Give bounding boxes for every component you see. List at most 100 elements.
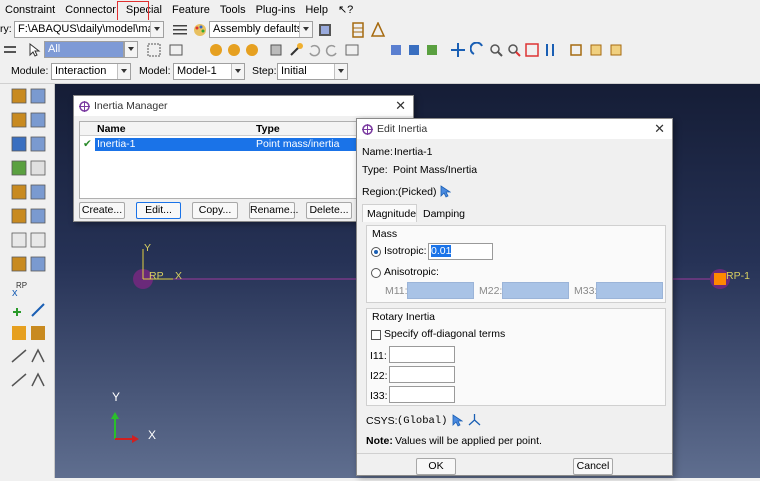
selection-filter-combo[interactable]: All (44, 41, 124, 58)
svg-text:x: x (12, 287, 18, 299)
magnify-icon[interactable] (488, 42, 504, 58)
i33-input[interactable] (389, 386, 455, 403)
sphere-icon[interactable] (226, 42, 242, 58)
box-icon[interactable] (268, 42, 284, 58)
undo-icon[interactable] (306, 42, 322, 58)
name-value: Inertia-1 (394, 146, 433, 158)
menu-constraint[interactable]: Constraint (0, 0, 60, 20)
edit-inertia-title: Edit Inertia (377, 123, 428, 135)
isotropic-radio[interactable] (371, 247, 381, 257)
chevron-down-icon[interactable] (125, 42, 137, 57)
model-combo[interactable]: Model-1 (173, 63, 245, 80)
menu-help[interactable]: Help (300, 0, 333, 20)
menu-feature[interactable]: Feature (167, 0, 215, 20)
i11-input[interactable] (389, 346, 455, 363)
iso-view-icon[interactable] (568, 42, 584, 58)
ok-button[interactable]: OK (416, 458, 456, 475)
zoom-box-icon[interactable] (344, 42, 360, 58)
work-directory-value: F:\ABAQUS\daily\model\mass_t (18, 23, 164, 35)
select-rect-icon[interactable] (168, 42, 184, 58)
isotropic-mass-input[interactable]: 0.01 (428, 243, 493, 260)
delete-button[interactable]: Delete... (306, 202, 352, 219)
csys-triad-icon[interactable] (468, 413, 481, 426)
m33-input[interactable] (596, 282, 663, 299)
cube-green-icon[interactable] (424, 42, 440, 58)
rp-marker-right (714, 273, 726, 285)
anisotropic-radio[interactable] (371, 268, 381, 278)
m11-input[interactable] (407, 282, 474, 299)
menu-tools[interactable]: Tools (215, 0, 251, 20)
close-icon[interactable]: ✕ (654, 119, 665, 139)
edit-button[interactable]: Edit... (136, 202, 181, 219)
m22-input[interactable] (502, 282, 569, 299)
inertia-manager-titlebar[interactable]: Inertia Manager ✕ (74, 96, 413, 116)
render-style-value: Assembly defaults (213, 23, 303, 35)
select-box-icon[interactable] (146, 42, 162, 58)
select-arrow-icon[interactable] (440, 185, 451, 198)
model-value: Model-1 (177, 65, 217, 77)
offdiag-checkbox[interactable] (371, 330, 381, 340)
sphere-icon[interactable] (208, 42, 224, 58)
color-code-icon[interactable] (317, 22, 333, 38)
selection-filter-dropdown[interactable] (124, 41, 138, 58)
inertia-manager-title: Inertia Manager (94, 100, 168, 112)
path-label: ry: (0, 23, 12, 35)
edit-inertia-dialog: Edit Inertia ✕ Name: Inertia-1 Type: Poi… (356, 118, 673, 476)
zoom-icon[interactable] (506, 42, 522, 58)
palette-icon[interactable] (192, 22, 208, 38)
cube-icon[interactable] (388, 42, 404, 58)
module-toolbox: RP x (0, 84, 55, 478)
sphere-icon[interactable] (244, 42, 260, 58)
front-view-icon[interactable] (588, 42, 604, 58)
rename-button[interactable]: Rename... (249, 202, 298, 219)
select-arrow-icon[interactable] (452, 414, 463, 427)
chevron-down-icon[interactable] (150, 22, 163, 37)
column-header-name: Name (97, 123, 126, 135)
list-icon[interactable] (172, 22, 188, 38)
cube-icon[interactable] (406, 42, 422, 58)
step-label: Step: (252, 65, 277, 77)
anisotropic-label: Anisotropic: (384, 266, 439, 278)
render-style-combo[interactable]: Assembly defaults (209, 21, 313, 38)
pin-icon[interactable] (288, 42, 304, 58)
row-check-icon: ✔ (83, 138, 92, 150)
note-text: Values will be applied per point. (395, 435, 542, 447)
tab-damping[interactable]: Damping (417, 206, 467, 222)
close-icon[interactable]: ✕ (395, 96, 406, 116)
pan-icon[interactable] (450, 42, 466, 58)
rotate-icon[interactable] (470, 42, 486, 58)
svg-text:RP: RP (16, 281, 27, 290)
chevron-down-icon[interactable] (299, 22, 312, 37)
cancel-button[interactable]: Cancel (573, 458, 613, 475)
step-combo[interactable]: Initial (277, 63, 348, 80)
selection-options-icon[interactable] (2, 42, 18, 58)
toolbox-icons[interactable]: RP x (0, 84, 55, 478)
fit-view-icon[interactable] (524, 42, 540, 58)
side-view-icon[interactable] (608, 42, 624, 58)
context-help-button[interactable]: ↖? (333, 0, 358, 20)
table-icon[interactable] (350, 22, 366, 38)
chevron-down-icon[interactable] (231, 64, 244, 79)
work-directory-combo[interactable]: F:\ABAQUS\daily\model\mass_t (14, 21, 164, 38)
tab-magnitude[interactable]: Magnitude (362, 204, 417, 222)
toolbar-row-2: All (0, 40, 760, 60)
m11-label: M11: (385, 285, 408, 297)
redo-icon[interactable] (324, 42, 340, 58)
row-type: Point mass/inertia (256, 138, 340, 150)
copy-button[interactable]: Copy... (192, 202, 238, 219)
create-button[interactable]: Create... (79, 202, 125, 219)
module-value: Interaction (55, 65, 107, 77)
tree-icon[interactable] (370, 22, 386, 38)
i22-input[interactable] (389, 366, 455, 383)
context-bar: Module: Interaction Model: Model-1 Step:… (0, 60, 760, 84)
chevron-down-icon[interactable] (334, 64, 347, 79)
mass-group-title: Mass (372, 228, 398, 240)
edit-inertia-titlebar[interactable]: Edit Inertia ✕ (357, 119, 672, 139)
menu-connector[interactable]: Connector (60, 0, 121, 20)
select-arrow-icon[interactable] (26, 42, 42, 58)
swap-arrows-icon[interactable] (542, 42, 558, 58)
chevron-down-icon[interactable] (117, 64, 130, 79)
toolbar-row-1: ry: F:\ABAQUS\daily\model\mass_t Assembl… (0, 20, 760, 40)
menu-plugins[interactable]: Plug-ins (251, 0, 301, 20)
module-combo[interactable]: Interaction (51, 63, 131, 80)
